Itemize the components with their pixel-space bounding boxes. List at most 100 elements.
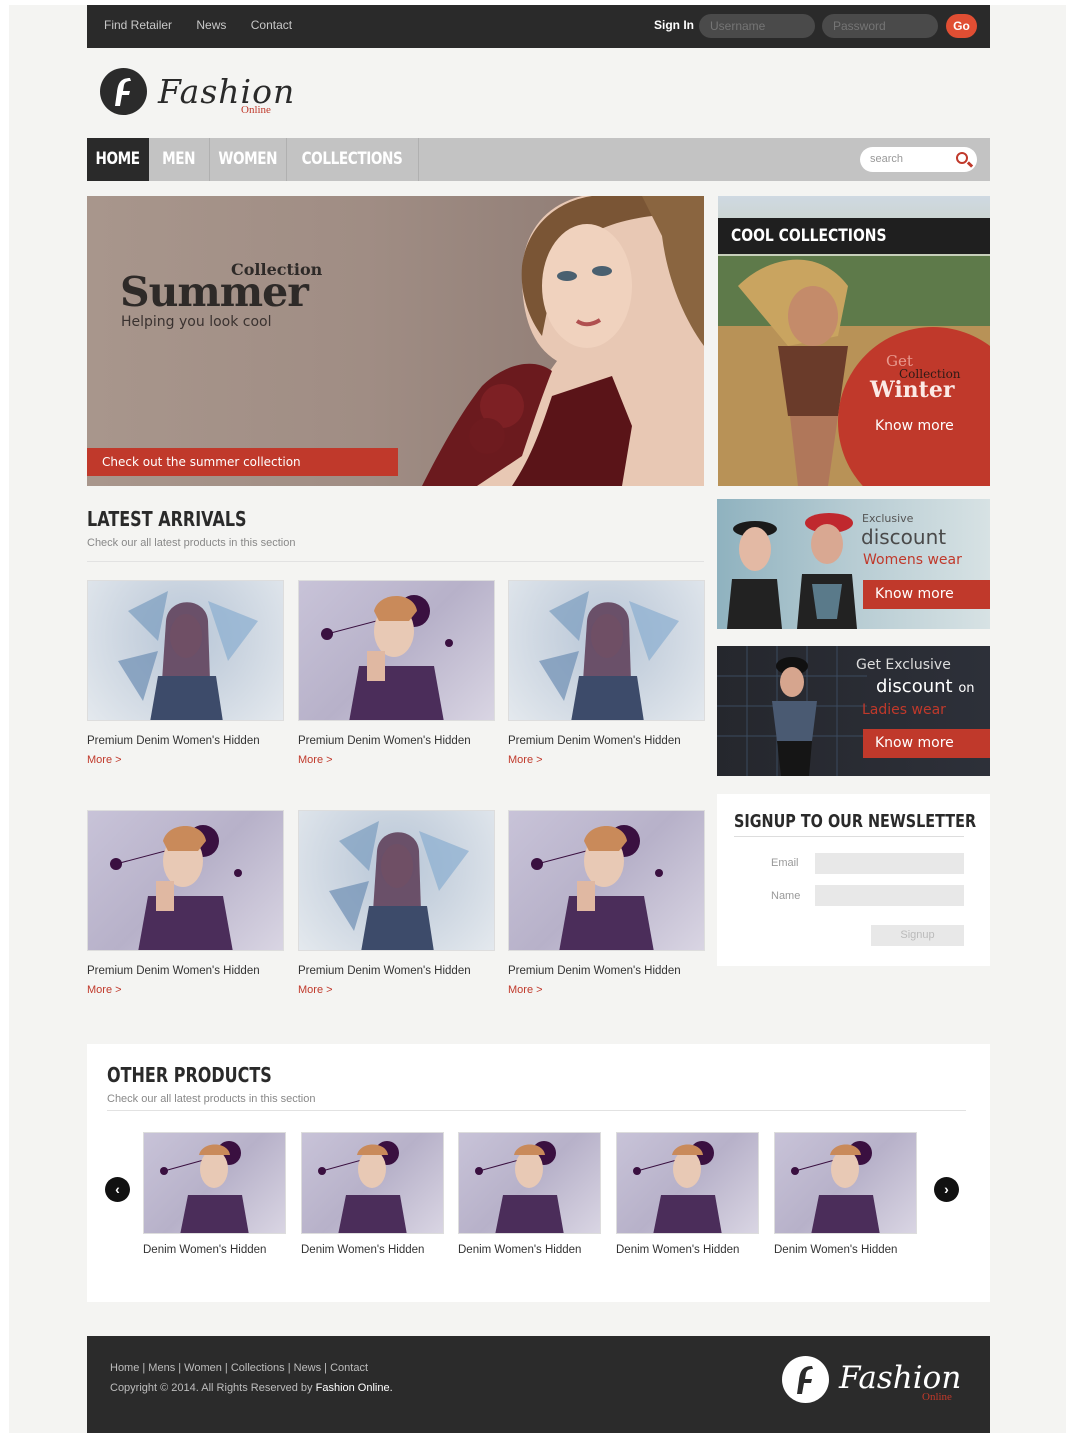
- winter-know-more-link[interactable]: Know more: [875, 418, 954, 434]
- product-image[interactable]: [508, 810, 705, 951]
- product-more-link[interactable]: More >: [298, 754, 495, 766]
- product-card[interactable]: Premium Denim Women's Hidden More >: [87, 580, 284, 766]
- logo-subtitle: Online: [241, 104, 271, 116]
- search-input[interactable]: search: [860, 147, 977, 172]
- product-card[interactable]: Premium Denim Women's Hidden More >: [298, 810, 495, 996]
- product-image[interactable]: [87, 810, 284, 951]
- womens-discount-image: [727, 513, 857, 629]
- promo2-on: on: [958, 681, 975, 696]
- sign-in-label: Sign In: [654, 18, 694, 32]
- womens-discount-banner[interactable]: Exclusive discount Womens wear Know more: [717, 499, 990, 629]
- newsletter-box: SIGNUP TO OUR NEWSLETTER Email Name Sign…: [717, 794, 990, 966]
- promo1-exclusive: Exclusive: [862, 512, 914, 525]
- hero-tagline: Helping you look cool: [121, 314, 272, 330]
- find-retailer-link[interactable]: Find Retailer: [104, 18, 172, 32]
- product-card[interactable]: Premium Denim Women's Hidden More >: [508, 810, 705, 996]
- product-more-link[interactable]: More >: [87, 754, 284, 766]
- ladies-discount-image: [717, 646, 867, 776]
- nav-home[interactable]: HOME: [87, 138, 149, 181]
- promo2-know-more-button[interactable]: Know more: [863, 729, 990, 758]
- carousel-prev-icon[interactable]: ‹: [105, 1177, 130, 1202]
- username-input[interactable]: [699, 14, 815, 38]
- nav-men[interactable]: MEN: [149, 138, 209, 181]
- hero-banner[interactable]: Collection Summer Helping you look cool …: [87, 196, 704, 486]
- product-card[interactable]: Premium Denim Women's Hidden More >: [298, 580, 495, 766]
- nav-collections-label: COLLECTIONS: [302, 149, 403, 169]
- other-products-title: OTHER PRODUCTS: [107, 1063, 272, 1087]
- product-card[interactable]: Premium Denim Women's Hidden More >: [508, 580, 705, 766]
- top-links: Find Retailer News Contact: [104, 18, 313, 32]
- product-image[interactable]: [87, 580, 284, 721]
- ladies-discount-banner[interactable]: Get Exclusive discount on Ladies wear Kn…: [717, 646, 990, 776]
- newsletter-name-field[interactable]: [815, 885, 964, 906]
- carousel-product[interactable]: Denim Women's Hidden: [143, 1132, 286, 1256]
- carousel-product-image[interactable]: [616, 1132, 759, 1234]
- carousel-product-image[interactable]: [774, 1132, 917, 1234]
- nav-divider: [418, 138, 419, 181]
- promo2-discount-line: discount on: [876, 676, 975, 697]
- signup-button[interactable]: Signup: [871, 925, 964, 946]
- carousel-product-image[interactable]: [458, 1132, 601, 1234]
- promo2-get-exclusive: Get Exclusive: [856, 657, 951, 673]
- password-input[interactable]: [822, 14, 938, 38]
- nav-women[interactable]: WOMEN: [210, 138, 286, 181]
- email-label: Email: [771, 857, 799, 869]
- product-name: Premium Denim Women's Hidden: [298, 735, 471, 747]
- other-products-header: OTHER PRODUCTS Check our all latest prod…: [107, 1063, 316, 1105]
- promo1-know-more-button[interactable]: Know more: [863, 580, 990, 609]
- product-more-link[interactable]: More >: [298, 984, 495, 996]
- product-name: Premium Denim Women's Hidden: [87, 965, 260, 977]
- product-card[interactable]: Premium Denim Women's Hidden More >: [87, 810, 284, 996]
- footer-logo[interactable]: Fashion Online: [782, 1356, 972, 1408]
- winter-title: Winter: [870, 377, 955, 403]
- product-more-link[interactable]: More >: [508, 984, 705, 996]
- carousel-product-name: Denim Women's Hidden: [301, 1244, 425, 1256]
- product-image[interactable]: [298, 580, 495, 721]
- product-more-link[interactable]: More >: [508, 754, 705, 766]
- search-icon[interactable]: [956, 152, 968, 164]
- logo-wordmark: Fashion: [158, 72, 296, 111]
- cool-collections-heading: COOL COLLECTIONS: [718, 218, 990, 254]
- hero-cta-bar[interactable]: Check out the summer collection: [87, 448, 398, 476]
- product-more-link[interactable]: More >: [87, 984, 284, 996]
- nav-women-label: WOMEN: [218, 149, 278, 169]
- carousel-product[interactable]: Denim Women's Hidden: [458, 1132, 601, 1256]
- divider: [87, 561, 704, 562]
- newsletter-email-field[interactable]: [815, 853, 964, 874]
- nav-men-label: MEN: [162, 149, 196, 169]
- carousel-product-name: Denim Women's Hidden: [143, 1244, 267, 1256]
- logo-f-icon: [100, 68, 147, 115]
- carousel-product[interactable]: Denim Women's Hidden: [774, 1132, 917, 1256]
- footer-links[interactable]: Home | Mens | Women | Collections | News…: [110, 1362, 368, 1374]
- site-logo[interactable]: Fashion Online: [100, 68, 300, 120]
- carousel-product-name: Denim Women's Hidden: [616, 1244, 740, 1256]
- product-name: Premium Denim Women's Hidden: [508, 735, 681, 747]
- cool-collections-heading-text: COOL COLLECTIONS: [731, 226, 887, 246]
- carousel-product[interactable]: Denim Women's Hidden: [301, 1132, 444, 1256]
- carousel-product-image[interactable]: [301, 1132, 444, 1234]
- contact-link[interactable]: Contact: [251, 18, 292, 32]
- carousel-next-icon[interactable]: ›: [934, 1177, 959, 1202]
- carousel-product-image[interactable]: [143, 1132, 286, 1234]
- product-image[interactable]: [298, 810, 495, 951]
- carousel-product[interactable]: Denim Women's Hidden: [616, 1132, 759, 1256]
- promo2-ladies-wear: Ladies wear: [862, 702, 946, 718]
- news-link[interactable]: News: [196, 18, 226, 32]
- other-products-section: OTHER PRODUCTS Check our all latest prod…: [87, 1044, 990, 1302]
- footer-logo-f-icon: [782, 1356, 829, 1403]
- hero-title: Summer: [120, 268, 309, 316]
- product-image[interactable]: [508, 580, 705, 721]
- search-placeholder: search: [870, 153, 904, 165]
- footer-logo-subtitle: Online: [922, 1391, 952, 1403]
- latest-arrivals-subtitle: Check our all latest products in this se…: [87, 537, 296, 549]
- nav-collections[interactable]: COLLECTIONS: [287, 138, 418, 181]
- other-products-subtitle: Check our all latest products in this se…: [107, 1093, 316, 1105]
- carousel-product-name: Denim Women's Hidden: [458, 1244, 582, 1256]
- footer-copyright: Copyright © 2014. All Rights Reserved by…: [110, 1382, 393, 1394]
- promo1-discount: discount: [861, 525, 947, 549]
- carousel-product-name: Denim Women's Hidden: [774, 1244, 898, 1256]
- cool-collections-banner[interactable]: COOL COLLECTIONS Get Collection Winter K…: [718, 196, 990, 486]
- go-button[interactable]: Go: [946, 14, 977, 38]
- product-name: Premium Denim Women's Hidden: [87, 735, 260, 747]
- divider: [734, 836, 964, 837]
